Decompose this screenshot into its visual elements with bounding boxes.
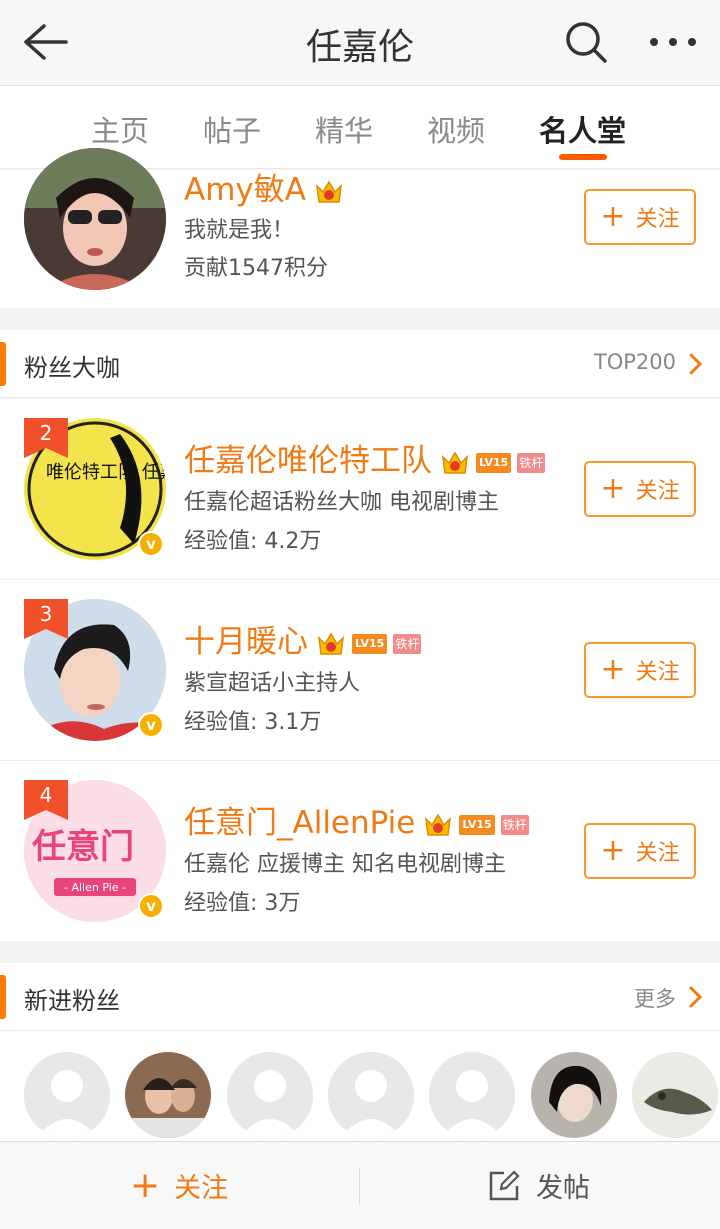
follow-label: 关注 xyxy=(635,207,680,232)
tab-featured[interactable]: 精华 xyxy=(315,108,373,150)
fan-avatar[interactable] xyxy=(632,1052,718,1138)
top-bar: 任嘉伦 xyxy=(0,0,720,86)
level-badge: LV15 xyxy=(476,452,512,473)
more-options-icon[interactable] xyxy=(648,24,698,60)
list-item[interactable]: 任意门 - Allen Pie - v 4 任意门_AllenPie LV15 铁杆… xyxy=(0,761,720,941)
list-item[interactable]: 唯伦特工队 任嘉伦 v 2 任嘉伦唯伦特工队 LV15铁杆 任嘉伦超话粉丝大咖 电… xyxy=(0,399,720,579)
more-link[interactable]: 更多 xyxy=(634,983,676,1013)
rank-badge: 3 xyxy=(24,599,68,639)
user-name[interactable]: 十月暖心 LV15 铁杆 xyxy=(184,616,422,661)
post-label: 发帖 xyxy=(536,1173,590,1204)
experience-value: 经验值: 4.2万 xyxy=(184,529,322,554)
page-title: 任嘉伦 xyxy=(305,27,414,68)
section-header-new-fans: 新进粉丝 更多 xyxy=(0,963,720,1031)
bottom-follow-button[interactable]: + 关注 xyxy=(130,1166,228,1205)
chevron-right-icon[interactable] xyxy=(688,985,704,1009)
plus-icon: + xyxy=(130,1164,161,1206)
section-accent-bar xyxy=(0,342,6,386)
top-user-card[interactable]: Amy敏A 我就是我！ 贡献1547积分 + 关注 xyxy=(0,148,720,308)
iron-fan-badge: 铁杆 xyxy=(500,814,529,835)
crown-icon xyxy=(441,451,469,474)
section-accent-bar xyxy=(0,975,6,1019)
tab-home[interactable]: 主页 xyxy=(91,108,149,150)
plus-icon: + xyxy=(600,471,626,506)
allen-logo-subtext: - Allen Pie - xyxy=(64,881,126,894)
user-description: 任嘉伦 应援博主 知名电视剧博主 xyxy=(184,852,506,877)
user-description: 紫宣超话小主持人 xyxy=(184,671,361,696)
level-badge: LV15 xyxy=(459,814,495,835)
follow-label: 关注 xyxy=(635,841,680,866)
tab-hall-of-fame[interactable]: 名人堂 xyxy=(539,108,626,150)
user-name-text: Amy敏A xyxy=(184,172,306,208)
crown-icon xyxy=(317,632,345,655)
rank-badge: 2 xyxy=(24,418,68,458)
follow-button[interactable]: + 关注 xyxy=(584,461,696,517)
level-badge: LV15 xyxy=(352,633,388,654)
crown-icon xyxy=(315,180,342,203)
user-bio: 我就是我！ xyxy=(184,218,295,243)
follow-button[interactable]: + 关注 xyxy=(584,823,696,879)
follow-button[interactable]: + 关注 xyxy=(584,189,696,245)
iron-fan-badge: 铁杆 xyxy=(517,452,546,473)
tab-videos[interactable]: 视频 xyxy=(427,108,485,150)
follow-label: 关注 xyxy=(635,660,680,685)
rank-number: 3 xyxy=(39,602,53,626)
user-name-text: 任意门_AllenPie xyxy=(184,805,416,841)
avatar[interactable] xyxy=(24,148,166,290)
crown-icon xyxy=(425,813,452,836)
section-title: 新进粉丝 xyxy=(24,987,120,1015)
experience-value: 经验值: 3.1万 xyxy=(184,710,322,735)
fan-avatar[interactable] xyxy=(328,1052,414,1138)
iron-fan-badge: 铁杆 xyxy=(393,633,422,654)
experience-value: 经验值: 3万 xyxy=(184,891,301,916)
fan-avatar[interactable] xyxy=(227,1052,313,1138)
search-icon[interactable] xyxy=(564,20,608,64)
rank-number: 2 xyxy=(39,421,53,445)
tab-posts[interactable]: 帖子 xyxy=(203,108,261,150)
rank-number: 4 xyxy=(39,783,53,807)
user-name[interactable]: Amy敏A xyxy=(184,164,344,209)
fan-avatar[interactable] xyxy=(125,1052,211,1138)
fan-avatar[interactable] xyxy=(429,1052,515,1138)
plus-icon: + xyxy=(600,833,626,868)
user-name-text: 十月暖心 xyxy=(184,624,308,660)
follow-label: 关注 xyxy=(635,479,680,504)
user-name[interactable]: 任嘉伦唯伦特工队 LV15 铁杆 xyxy=(184,435,546,480)
list-item[interactable]: v 3 十月暖心 LV15 铁杆 紫宣超话小主持人 经验值: 3.1万 + 关注 xyxy=(0,580,720,760)
top200-link[interactable]: TOP200 xyxy=(594,350,676,374)
post-button[interactable]: 发帖 xyxy=(488,1166,590,1205)
chevron-right-icon[interactable] xyxy=(688,352,704,376)
rank-badge: 4 xyxy=(24,780,68,820)
fan-avatar[interactable] xyxy=(24,1052,110,1138)
bottom-follow-label: 关注 xyxy=(174,1173,229,1204)
verified-badge-icon: v xyxy=(138,712,164,738)
page: 任嘉伦 主页 帖子 精华 视频 名人堂 Amy敏A 我就是我！ 贡献1547积分… xyxy=(0,0,720,1229)
edit-icon xyxy=(489,1169,520,1200)
follow-button[interactable]: + 关注 xyxy=(584,642,696,698)
team-logo-text: 唯伦特工队 任嘉伦 xyxy=(46,462,166,483)
bottom-action-bar: + 关注 发帖 xyxy=(0,1141,720,1229)
divider xyxy=(359,1168,360,1204)
user-points: 贡献1547积分 xyxy=(184,256,328,281)
fan-avatar[interactable] xyxy=(531,1052,617,1138)
section-header-top-fans: 粉丝大咖 TOP200 xyxy=(0,330,720,398)
active-tab-indicator xyxy=(559,154,607,160)
section-title: 粉丝大咖 xyxy=(24,354,120,382)
verified-badge-icon: v xyxy=(138,531,164,557)
plus-icon: + xyxy=(600,652,626,687)
verified-badge-icon: v xyxy=(138,893,164,919)
user-description: 任嘉伦超话粉丝大咖 电视剧博主 xyxy=(184,490,499,515)
allen-logo-text: 任意门 xyxy=(32,827,134,867)
plus-icon: + xyxy=(600,199,626,234)
user-name[interactable]: 任意门_AllenPie LV15 铁杆 xyxy=(184,797,529,842)
user-name-text: 任嘉伦唯伦特工队 xyxy=(184,443,432,479)
